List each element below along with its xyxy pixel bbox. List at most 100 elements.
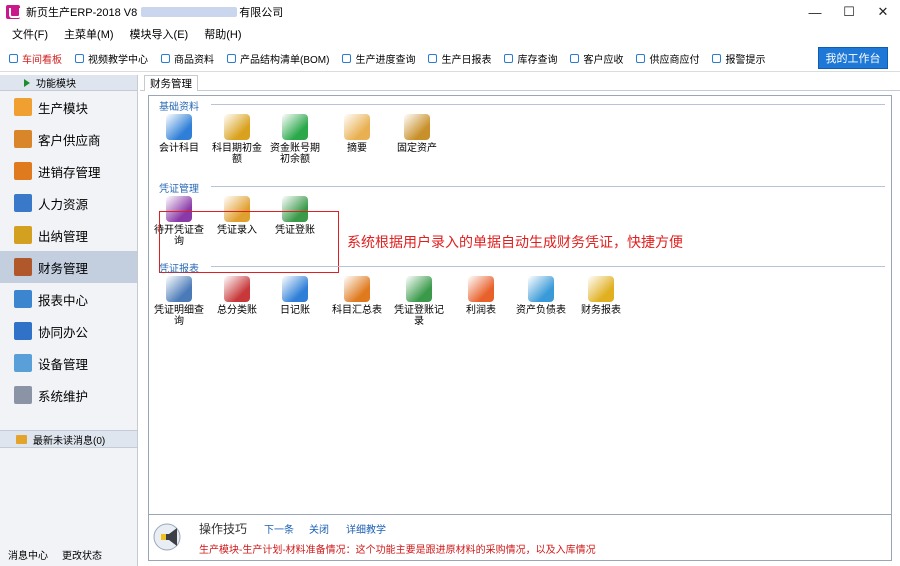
quick-video-center[interactable]: 视频教学中心 bbox=[75, 51, 148, 66]
quick-bom[interactable]: 产品结构清单(BOM) bbox=[227, 51, 329, 66]
tips-text: 生产模块-生产计划-材料准备情况：这个功能主要是跟进原材料的采购情况，以及入库情… bbox=[199, 545, 596, 556]
sidebar-item[interactable]: 协同办公 bbox=[0, 315, 137, 347]
quick-item-label: 生产进度查询 bbox=[355, 55, 416, 66]
sidebar-item[interactable]: 生产模块 bbox=[0, 91, 137, 123]
window-controls: — ☐ ✕ bbox=[798, 0, 900, 24]
pie-chart-icon bbox=[468, 276, 494, 302]
person-icon bbox=[14, 194, 32, 212]
menu-help[interactable]: 帮助(H) bbox=[204, 26, 241, 42]
module-tile[interactable]: 科目期初金额 bbox=[209, 114, 265, 165]
module-tile[interactable]: 会计科目 bbox=[151, 114, 207, 154]
dollar-icon bbox=[282, 114, 308, 140]
sidebar-item-label: 出纳管理 bbox=[38, 229, 89, 244]
megaphone-icon bbox=[153, 523, 181, 551]
mail-icon bbox=[16, 434, 27, 444]
module-tile[interactable]: 总分类账 bbox=[209, 276, 265, 316]
tips-next-link[interactable]: 下一条 bbox=[264, 521, 294, 536]
sidebar-item[interactable]: 人力资源 bbox=[0, 187, 137, 219]
quick-alerts[interactable]: 报警提示 bbox=[712, 51, 765, 66]
tile-label: 科目期初金额 bbox=[212, 143, 262, 165]
section-divider bbox=[211, 104, 885, 105]
window-title: 新页生产ERP-2018 V8 bbox=[26, 7, 138, 19]
quick-receivables[interactable]: 客户应收 bbox=[570, 51, 623, 66]
module-tile[interactable]: 资产负债表 bbox=[513, 276, 569, 316]
quick-payables[interactable]: 供应商应付 bbox=[636, 51, 699, 66]
person-search-icon bbox=[166, 276, 192, 302]
device-icon bbox=[14, 354, 32, 372]
calendar-icon bbox=[14, 322, 32, 340]
sidebar-item-label: 系统维护 bbox=[38, 389, 89, 404]
sidebar: 功能模块 生产模块 客户供应商进销存管理人力资源出纳管理财务管理 报表中心协同办公设… bbox=[0, 75, 138, 566]
checkbox-icon bbox=[636, 54, 646, 63]
module-tile[interactable]: 凭证明细查询 bbox=[151, 276, 207, 327]
tile-label: 凭证明细查询 bbox=[154, 305, 204, 327]
quick-daily-report[interactable]: 生产日报表 bbox=[428, 51, 491, 66]
sidebar-item[interactable]: 出纳管理 bbox=[0, 219, 137, 251]
sidebar-item-label: 进销存管理 bbox=[38, 165, 101, 180]
ledger-icon bbox=[14, 258, 32, 276]
module-tile[interactable]: 资金账号期初余额 bbox=[267, 114, 323, 165]
message-center-link[interactable]: 消息中心 bbox=[8, 547, 48, 562]
sidebar-item[interactable]: 进销存管理 bbox=[0, 155, 137, 187]
sidebar-item[interactable]: 财务管理 bbox=[0, 251, 137, 283]
quick-product-info[interactable]: 商品资料 bbox=[161, 51, 214, 66]
unread-messages-bar[interactable]: 最新未读消息(0) bbox=[0, 430, 137, 448]
quick-progress-query[interactable]: 生产进度查询 bbox=[342, 51, 415, 66]
tile-label: 资产负债表 bbox=[516, 305, 566, 316]
tab-finance[interactable]: 财务管理 bbox=[144, 75, 198, 91]
folder-icon bbox=[14, 98, 32, 116]
sidebar-item[interactable]: 设备管理 bbox=[0, 347, 137, 379]
sidebar-item[interactable]: 报表中心 bbox=[0, 283, 137, 315]
coins-icon bbox=[14, 226, 32, 244]
menu-main[interactable]: 主菜单(M) bbox=[64, 26, 114, 42]
sidebar-footer: 消息中心 更改状态 bbox=[0, 547, 137, 562]
close-button[interactable]: ✕ bbox=[866, 0, 900, 24]
my-workbench-button[interactable]: 我的工作台 bbox=[818, 47, 888, 69]
tips-title: 操作技巧 bbox=[199, 522, 248, 536]
bar-chart-icon bbox=[344, 276, 370, 302]
checkbox-icon bbox=[9, 54, 18, 63]
module-tile[interactable]: 摘要 bbox=[329, 114, 385, 154]
change-status-link[interactable]: 更改状态 bbox=[62, 547, 102, 562]
sidebar-item[interactable]: 客户供应商 bbox=[0, 123, 137, 155]
quick-item-label: 生产日报表 bbox=[441, 55, 492, 66]
quick-item-label: 视频教学中心 bbox=[88, 55, 148, 66]
section-divider bbox=[211, 186, 885, 187]
section-title-basic: 基础资料 bbox=[159, 102, 199, 113]
coins-icon bbox=[588, 276, 614, 302]
sidebar-item-label: 设备管理 bbox=[38, 357, 89, 372]
quick-stock-query[interactable]: 库存查询 bbox=[504, 51, 557, 66]
tile-label: 会计科目 bbox=[159, 143, 199, 154]
quick-item-label: 客户应收 bbox=[583, 55, 624, 66]
notebook-icon bbox=[282, 276, 308, 302]
module-tile[interactable]: 科目汇总表 bbox=[329, 276, 385, 316]
menu-file[interactable]: 文件(F) bbox=[12, 26, 48, 42]
tips-close-link[interactable]: 关闭 bbox=[309, 521, 329, 536]
checkbox-icon bbox=[342, 54, 352, 63]
report-icon bbox=[14, 290, 32, 308]
sidebar-item[interactable]: 系统维护 bbox=[0, 379, 137, 411]
users-icon bbox=[14, 130, 32, 148]
checkbox-icon bbox=[161, 54, 170, 63]
module-tile[interactable]: 凭证登账记录 bbox=[391, 276, 447, 327]
module-tile[interactable]: 财务报表 bbox=[573, 276, 629, 316]
quick-item-label: 报警提示 bbox=[725, 55, 766, 66]
menu-bar: 文件(F) 主菜单(M) 模块导入(E) 帮助(H) bbox=[0, 24, 900, 44]
quick-item-label: 产品结构清单(BOM) bbox=[240, 55, 330, 66]
minimize-button[interactable]: — bbox=[798, 0, 832, 24]
quick-item-label: 库存查询 bbox=[517, 55, 558, 66]
sidebar-header[interactable]: 功能模块 bbox=[0, 75, 137, 91]
module-tile[interactable]: 固定资产 bbox=[389, 114, 445, 154]
menu-module-import[interactable]: 模块导入(E) bbox=[130, 26, 189, 42]
module-tile[interactable]: 日记账 bbox=[267, 276, 323, 316]
tips-tutorial-link[interactable]: 详细教学 bbox=[346, 521, 386, 536]
database-icon bbox=[166, 114, 192, 140]
sidebar-item-label: 协同办公 bbox=[38, 325, 89, 340]
checkbox-icon bbox=[504, 54, 514, 63]
module-tile[interactable]: 利润表 bbox=[453, 276, 509, 316]
finance-panel: 基础资料 会计科目 科目期初金额 资金账号期初余额 摘要 固定资产 凭证管理 待开凭证查… bbox=[148, 95, 892, 515]
tile-label: 固定资产 bbox=[397, 143, 437, 154]
coins-icon bbox=[224, 114, 250, 140]
maximize-button[interactable]: ☐ bbox=[832, 0, 866, 24]
quick-workshop-board[interactable]: 车间看板 bbox=[9, 51, 62, 66]
